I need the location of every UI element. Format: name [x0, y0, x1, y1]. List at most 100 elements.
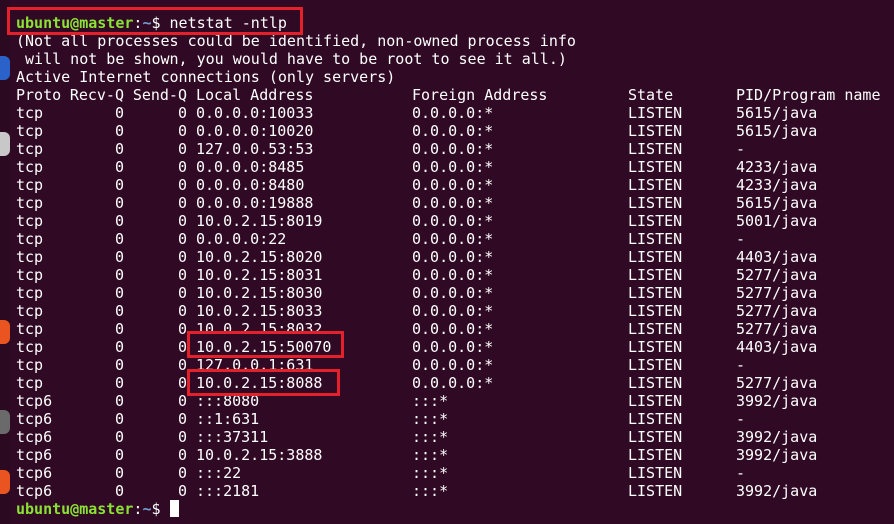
table-row: tcp 0 0 127.0.0.53:53 0.0.0.0:* LISTEN - — [16, 140, 894, 158]
cell-local-address: :::2181 — [196, 482, 260, 500]
cell-foreign-address: 0.0.0.0:* — [412, 356, 494, 374]
cell-foreign-address: 0.0.0.0:* — [412, 320, 494, 338]
table-row: tcp 0 0 10.0.2.15:8031 0.0.0.0:* LISTEN 5277/j… — [16, 266, 894, 284]
table-row: tcp 0 0 10.0.2.15:8033 0.0.0.0:* LISTEN 5277/j… — [16, 302, 894, 320]
cell-send-q: 0 — [177, 104, 187, 122]
header-pid-program: PID/Program name — [736, 86, 881, 104]
dock-app-icon[interactable] — [0, 410, 10, 434]
text-cursor — [169, 500, 179, 517]
cell-pid-program: 5277/java — [736, 320, 818, 338]
cell-state: LISTEN — [628, 482, 683, 500]
cell-local-address: 10.0.2.15:8032 — [196, 320, 323, 338]
cell-foreign-address: 0.0.0.0:* — [412, 104, 494, 122]
cell-send-q: 0 — [177, 230, 187, 248]
cell-pid-program: - — [736, 410, 746, 428]
cell-local-address: 10.0.2.15:8030 — [196, 284, 323, 302]
cell-pid-program: 5615/java — [736, 194, 818, 212]
cell-send-q: 0 — [177, 266, 187, 284]
table-row: tcp6 0 0:::8080:::* LISTEN 3992/java — [16, 392, 894, 410]
cell-pid-program: 3992/java — [736, 428, 818, 446]
prompt-user-host: ubuntu@master — [16, 14, 134, 32]
cell-pid-program: - — [736, 230, 746, 248]
output-message-line: (Not all processes could be identified, … — [16, 32, 576, 50]
cell-foreign-address: 0.0.0.0:* — [412, 176, 494, 194]
cell-state: LISTEN — [628, 266, 683, 284]
table-row: tcp6 0 0:::22:::* LISTEN - — [16, 464, 894, 482]
cell-foreign-address: :::* — [412, 482, 449, 500]
cell-foreign-address: 0.0.0.0:* — [412, 248, 494, 266]
dock-app-icon[interactable] — [0, 56, 10, 80]
cell-local-address: :::22 — [196, 464, 242, 482]
cell-state: LISTEN — [628, 248, 683, 266]
cell-pid-program: 5277/java — [736, 302, 818, 320]
cell-state: LISTEN — [628, 194, 683, 212]
cell-pid-program: 4403/java — [736, 338, 818, 356]
cell-local-address: 0.0.0.0:10033 — [196, 104, 314, 122]
cell-send-q: 0 — [177, 320, 187, 338]
cell-local-address: ::1:631 — [196, 410, 260, 428]
cell-pid-program: - — [736, 140, 746, 158]
cell-local-address: 0.0.0.0:19888 — [196, 194, 314, 212]
cell-state: LISTEN — [628, 176, 683, 194]
table-row: tcp6 0 0::1:631:::* LISTEN - — [16, 410, 894, 428]
dock-app-icon[interactable] — [0, 132, 10, 156]
cell-pid-program: 5615/java — [736, 122, 818, 140]
cell-state: LISTEN — [628, 392, 683, 410]
cell-state: LISTEN — [628, 104, 683, 122]
cell-send-q: 0 — [177, 248, 187, 266]
cell-send-q: 0 — [177, 338, 187, 356]
cell-foreign-address: :::* — [412, 446, 449, 464]
cell-state: LISTEN — [628, 320, 683, 338]
cell-local-address: 0.0.0.0:10020 — [196, 122, 314, 140]
cell-local-address: 0.0.0.0:8485 — [196, 158, 305, 176]
cell-foreign-address: 0.0.0.0:* — [412, 266, 494, 284]
table-row: tcp 0 0 10.0.2.15:8032 0.0.0.0:* LISTEN 5277/j… — [16, 320, 894, 338]
cell-send-q: 0 — [177, 464, 187, 482]
cell-local-address: 10.0.2.15:8019 — [196, 212, 323, 230]
table-row: tcp 0 0 10.0.2.15:8088 0.0.0.0:* LISTEN 5277/j… — [16, 374, 894, 392]
cell-send-q: 0 — [177, 212, 187, 230]
cell-pid-program: - — [736, 464, 746, 482]
cell-state: LISTEN — [628, 446, 683, 464]
terminal-output[interactable]: ubuntu@master:~$ netstat -ntlp (Not all … — [16, 14, 894, 524]
cell-pid-program: 5277/java — [736, 374, 818, 392]
cell-pid-program: 5001/java — [736, 212, 818, 230]
prompt-line[interactable]: ubuntu@master:~$ — [16, 500, 894, 518]
table-row: tcp 0 0 0.0.0.0:19888 0.0.0.0:* LISTEN 5615/ja… — [16, 194, 894, 212]
cell-local-address: :::37311 — [196, 428, 269, 446]
dock-app-icon[interactable] — [0, 470, 10, 494]
cell-local-address: 10.0.2.15:8031 — [196, 266, 323, 284]
cell-send-q: 0 — [177, 140, 187, 158]
cell-foreign-address: :::* — [412, 464, 449, 482]
cell-state: LISTEN — [628, 284, 683, 302]
cell-pid-program: 4233/java — [736, 158, 818, 176]
output-message-line: Active Internet connections (only server… — [16, 68, 396, 86]
cell-send-q: 0 — [177, 410, 187, 428]
cell-send-q: 0 — [177, 176, 187, 194]
header-state: State — [628, 86, 674, 104]
table-row: tcp 0 0 10.0.2.15:8020 0.0.0.0:* LISTEN 4403/j… — [16, 248, 894, 266]
cell-local-address: 0.0.0.0:8480 — [196, 176, 305, 194]
cell-local-address: 10.0.2.15:50070 — [196, 338, 332, 356]
cell-pid-program: 3992/java — [736, 446, 818, 464]
cell-send-q: 0 — [177, 446, 187, 464]
cell-foreign-address: 0.0.0.0:* — [412, 302, 494, 320]
cell-state: LISTEN — [628, 428, 683, 446]
table-header: Proto Recv-Q Send-Q Local Address Foreig… — [16, 86, 894, 104]
cell-foreign-address: 0.0.0.0:* — [412, 374, 494, 392]
cell-foreign-address: 0.0.0.0:* — [412, 158, 494, 176]
cell-foreign-address: :::* — [412, 428, 449, 446]
cell-state: LISTEN — [628, 212, 683, 230]
cell-state: LISTEN — [628, 230, 683, 248]
dock-app-icon[interactable] — [0, 320, 10, 344]
table-row: tcp 0 0 10.0.2.15:8019 0.0.0.0:* LISTEN 5001/j… — [16, 212, 894, 230]
cell-state: LISTEN — [628, 140, 683, 158]
cell-send-q: 0 — [177, 302, 187, 320]
cell-pid-program: 3992/java — [736, 482, 818, 500]
cell-state: LISTEN — [628, 410, 683, 428]
table-row: tcp 0 0 0.0.0.0:10033 0.0.0.0:* LISTEN 5615/ja… — [16, 104, 894, 122]
command-line: ubuntu@master:~$ netstat -ntlp — [16, 14, 894, 32]
cell-pid-program: 4233/java — [736, 176, 818, 194]
table-row: tcp 0 0 0.0.0.0:22 0.0.0.0:* LISTEN - — [16, 230, 894, 248]
cell-send-q: 0 — [177, 374, 187, 392]
